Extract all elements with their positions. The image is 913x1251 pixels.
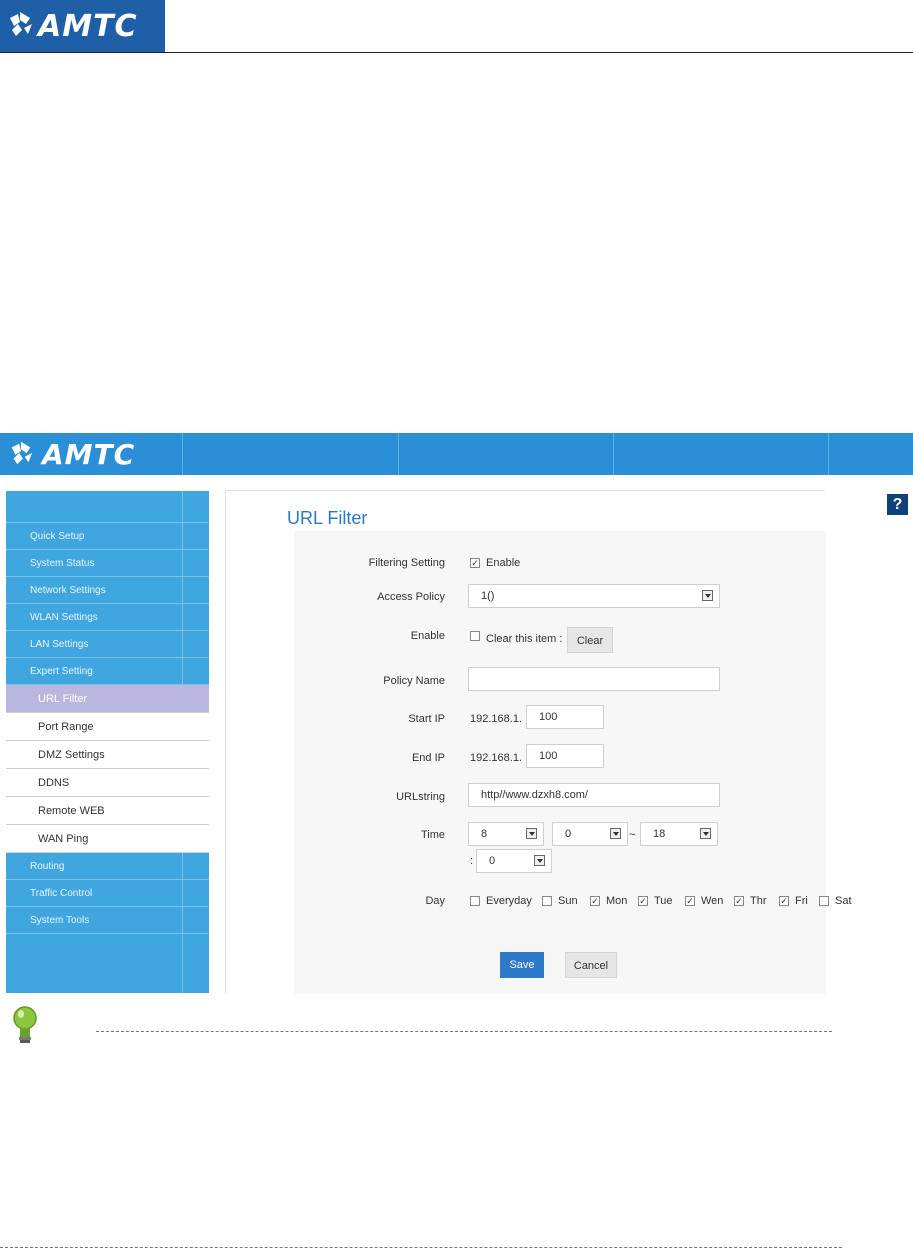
sidebar-item-quick-setup[interactable]: Quick Setup (6, 523, 209, 550)
start-minute-value: 0 (565, 828, 572, 840)
day-thr-label: Thr (750, 895, 767, 907)
day-wen-checkbox[interactable]: ✓ (685, 896, 695, 906)
day-fri-checkbox[interactable]: ✓ (779, 896, 789, 906)
logo-text: AMTC (38, 9, 138, 44)
sidebar-subitem-ddns[interactable]: DDNS (6, 769, 209, 797)
day-wen-label: Wen (701, 895, 724, 907)
day-sat-label: Sat (835, 895, 852, 907)
start-ip-prefix: 192.168.1. (470, 713, 522, 725)
sidebar-subitem-url-filter[interactable]: URL Filter (6, 685, 209, 713)
sidebar-subitem-remote-web[interactable]: Remote WEB (6, 797, 209, 825)
document-logo: AMTC (0, 0, 165, 52)
start-hour-value: 8 (481, 828, 488, 840)
header-rule (0, 52, 913, 53)
sidebar: Quick Setup System Status Network Settin… (6, 491, 209, 993)
day-tue-checkbox[interactable]: ✓ (638, 896, 648, 906)
start-ip-label: Start IP (408, 713, 445, 725)
day-sun-checkbox[interactable] (542, 896, 552, 906)
access-policy-select[interactable]: 1() (468, 584, 720, 608)
day-mon-checkbox[interactable]: ✓ (590, 896, 600, 906)
nav-separator (398, 433, 399, 475)
sidebar-item-expert-setting[interactable]: Expert Setting (6, 658, 209, 685)
nav-separator (182, 433, 183, 475)
sidebar-item-network-settings[interactable]: Network Settings (6, 577, 209, 604)
urlstring-input[interactable]: http//www.dzxh8.com/ (468, 783, 720, 807)
enable-label: Enable (410, 630, 445, 642)
end-minute-value: 0 (489, 855, 496, 867)
day-sat-checkbox[interactable] (819, 896, 829, 906)
policy-name-label: Policy Name (383, 675, 445, 687)
lightbulb-icon (13, 1006, 37, 1043)
nav-separator (613, 433, 614, 475)
filtering-enable-label: Enable (486, 557, 521, 569)
day-everyday-label: Everyday (486, 895, 532, 907)
sidebar-item-system-status[interactable]: System Status (6, 550, 209, 577)
sidebar-item-lan-settings[interactable]: LAN Settings (6, 631, 209, 658)
end-hour-select[interactable]: 18 (640, 822, 718, 846)
end-minute-select[interactable]: 0 (476, 849, 552, 873)
end-ip-label: End IP (411, 752, 445, 764)
chevron-down-icon (702, 590, 713, 601)
policy-name-input[interactable] (468, 667, 720, 691)
logo-text: AMTC (42, 438, 136, 471)
start-ip-input[interactable]: 100 (526, 705, 604, 729)
sidebar-item-routing[interactable]: Routing (6, 853, 209, 880)
chevron-down-icon (526, 828, 537, 839)
day-sun-label: Sun (558, 895, 578, 907)
sidebar-subitem-dmz-settings[interactable]: DMZ Settings (6, 741, 209, 769)
end-hour-value: 18 (653, 828, 666, 840)
day-tue-label: Tue (654, 895, 673, 907)
nav-separator (828, 433, 829, 475)
sidebar-header (6, 491, 209, 523)
sidebar-subitem-wan-ping[interactable]: WAN Ping (6, 825, 209, 853)
tip-divider-top (96, 1031, 832, 1032)
sidebar-item-system-tools[interactable]: System Tools (6, 907, 209, 934)
day-fri-label: Fri (795, 895, 808, 907)
sidebar-subitem-port-range[interactable]: Port Range (6, 713, 209, 741)
start-minute-select[interactable]: 0 (552, 822, 628, 846)
router-ui-screenshot: AMTC Quick Setup System Status Network S… (0, 433, 913, 994)
day-thr-checkbox[interactable]: ✓ (734, 896, 744, 906)
sidebar-item-traffic-control[interactable]: Traffic Control (6, 880, 209, 907)
save-button[interactable]: Save (500, 952, 544, 978)
time-colon: : (470, 855, 474, 867)
top-nav-bar: AMTC (0, 433, 913, 475)
end-ip-prefix: 192.168.1. (470, 752, 522, 764)
day-label: Day (425, 895, 445, 907)
access-policy-value: 1() (481, 590, 495, 602)
end-ip-input[interactable]: 100 (526, 744, 604, 768)
content-panel (225, 490, 826, 994)
amtc-logo-icon (10, 12, 32, 36)
day-mon-label: Mon (606, 895, 628, 907)
page-title: URL Filter (287, 508, 368, 528)
clear-item-label: Clear this item : (486, 633, 563, 645)
amtc-logo-icon (11, 441, 33, 465)
start-hour-select[interactable]: 8 (468, 822, 544, 846)
access-policy-label: Access Policy (377, 591, 445, 603)
urlstring-label: URLstring (396, 791, 445, 803)
chevron-down-icon (700, 828, 711, 839)
time-range-separator: ~ (629, 829, 636, 841)
filtering-setting-label: Filtering Setting (368, 557, 445, 569)
help-icon[interactable]: ? (887, 494, 908, 515)
clear-button[interactable]: Clear (567, 627, 613, 653)
time-label: Time (420, 829, 445, 841)
chevron-down-icon (534, 855, 545, 866)
chevron-down-icon (610, 828, 621, 839)
clear-item-checkbox[interactable] (470, 631, 480, 641)
cancel-button[interactable]: Cancel (565, 952, 617, 978)
day-everyday-checkbox[interactable] (470, 896, 480, 906)
sidebar-item-wlan-settings[interactable]: WLAN Settings (6, 604, 209, 631)
filtering-enable-checkbox[interactable]: ✓ (470, 558, 480, 568)
tip-divider-bottom (0, 1247, 842, 1248)
